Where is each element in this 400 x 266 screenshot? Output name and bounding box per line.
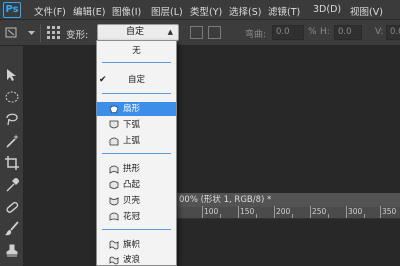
- menu-bar: Ps 文件(F) 编辑(E) 图像(I) 图层(L) 类型(Y) 选择(S) 滤…: [0, 0, 400, 20]
- warp-option-flag[interactable]: 旗帜: [97, 238, 176, 252]
- ruler-tick: [364, 214, 365, 218]
- bend-input[interactable]: 0.0: [272, 25, 304, 40]
- document-tab[interactable]: 00% (形状 1, RGB/8) *: [176, 193, 400, 207]
- magic-wand-tool-icon[interactable]: [3, 132, 21, 150]
- warp-option-none[interactable]: 无: [97, 44, 176, 58]
- warp-orientation-vertical-icon[interactable]: [208, 26, 221, 39]
- ruler-label: 250: [312, 207, 327, 216]
- v-distortion-input[interactable]: 0.0: [386, 25, 400, 40]
- healing-brush-tool-icon[interactable]: [3, 198, 21, 216]
- canvas-area[interactable]: [176, 220, 400, 266]
- ruler-tick: [274, 206, 275, 218]
- warp-option-arch[interactable]: 拱形: [97, 162, 176, 176]
- menu-edit[interactable]: 编辑(E): [73, 4, 105, 18]
- select-arrows-icon: ▲: [167, 28, 173, 36]
- tools-panel: [0, 46, 24, 266]
- arch-icon: [109, 165, 119, 174]
- flag-icon: [109, 240, 119, 250]
- bend-label: 弯曲:: [245, 30, 267, 40]
- warp-option-bulge[interactable]: 凸起: [97, 178, 176, 192]
- menu-layer[interactable]: 图层(L): [151, 4, 183, 18]
- crop-tool-icon[interactable]: [3, 154, 21, 172]
- warp-option-flower[interactable]: 花冠: [97, 210, 176, 224]
- flower-icon: [109, 212, 119, 221]
- menu-select[interactable]: 选择(S): [229, 4, 261, 18]
- arc-upper-icon: [109, 137, 119, 146]
- h-label: H:: [320, 27, 330, 37]
- ruler-tick: [256, 214, 257, 218]
- warp-option-shell[interactable]: 贝壳: [97, 194, 176, 208]
- ruler-label: 100: [204, 207, 219, 216]
- ruler-label: 300: [348, 207, 363, 216]
- ruler-tick: [292, 214, 293, 218]
- move-tool-icon[interactable]: [3, 66, 21, 84]
- menu-separator: [102, 153, 171, 154]
- options-bar: 变形: 自定 ▲ 弯曲: 0.0 % H: 0.0 V: 0.0: [0, 20, 400, 46]
- menu-3d[interactable]: 3D(D): [313, 4, 341, 15]
- ruler-tick: [328, 214, 329, 218]
- menu-filter[interactable]: 滤镜(T): [268, 4, 300, 18]
- warp-option-custom[interactable]: ✔ 自定: [97, 73, 176, 87]
- eyedropper-tool-icon[interactable]: [3, 176, 21, 194]
- arc-icon: [109, 105, 119, 114]
- warp-select-value: 自定: [126, 27, 145, 37]
- percent-label: %: [308, 27, 317, 37]
- ruler-label: 150: [240, 207, 255, 216]
- ruler-tick: [220, 214, 221, 218]
- menu-file[interactable]: 文件(F): [34, 4, 66, 18]
- tool-preset-icon[interactable]: [4, 25, 19, 40]
- ruler-tick: [310, 206, 311, 218]
- ruler-tick: [202, 206, 203, 218]
- h-distortion-input[interactable]: 0.0: [334, 25, 362, 40]
- preset-dropdown-arrow-icon[interactable]: [24, 25, 39, 40]
- photoshop-logo: Ps: [3, 2, 21, 18]
- menu-image[interactable]: 图像(I): [112, 4, 141, 18]
- warp-grid-icon[interactable]: [46, 25, 61, 40]
- arc-lower-icon: [109, 120, 119, 129]
- menu-type[interactable]: 类型(Y): [190, 4, 222, 18]
- ruler-label: 350: [382, 207, 397, 216]
- options-divider: [40, 24, 41, 42]
- wave-icon: [109, 256, 119, 265]
- lasso-tool-icon[interactable]: [3, 110, 21, 128]
- ruler-label: 200: [276, 207, 291, 216]
- horizontal-ruler: 100 150 200 250 300 350: [176, 206, 400, 219]
- warp-option-arc[interactable]: 扇形: [97, 102, 176, 116]
- bulge-icon: [109, 181, 119, 189]
- shell-icon: [109, 197, 119, 206]
- menu-view[interactable]: 视图(V): [350, 4, 383, 18]
- menu-separator: [102, 93, 171, 94]
- marquee-tool-icon[interactable]: [3, 88, 21, 106]
- menu-separator: [102, 229, 171, 230]
- warp-option-arc-lower[interactable]: 下弧: [97, 118, 176, 132]
- warp-label: 变形:: [66, 30, 89, 41]
- ruler-tick: [380, 206, 381, 218]
- ruler-tick: [346, 206, 347, 218]
- warp-option-wave[interactable]: 波浪: [97, 253, 176, 266]
- clone-stamp-tool-icon[interactable]: [3, 242, 21, 260]
- warp-orientation-horizontal-icon[interactable]: [190, 26, 203, 39]
- ruler-tick: [238, 206, 239, 218]
- menu-separator: [102, 62, 171, 63]
- brush-tool-icon[interactable]: [3, 220, 21, 238]
- warp-style-dropdown: 无 ✔ 自定 扇形 下弧 上弧 拱形 凸起 贝壳 花冠 旗帜 波浪: [96, 40, 177, 266]
- warp-option-arc-upper[interactable]: 上弧: [97, 134, 176, 148]
- v-label: V:: [375, 27, 384, 37]
- warp-style-select[interactable]: 自定 ▲: [97, 24, 179, 41]
